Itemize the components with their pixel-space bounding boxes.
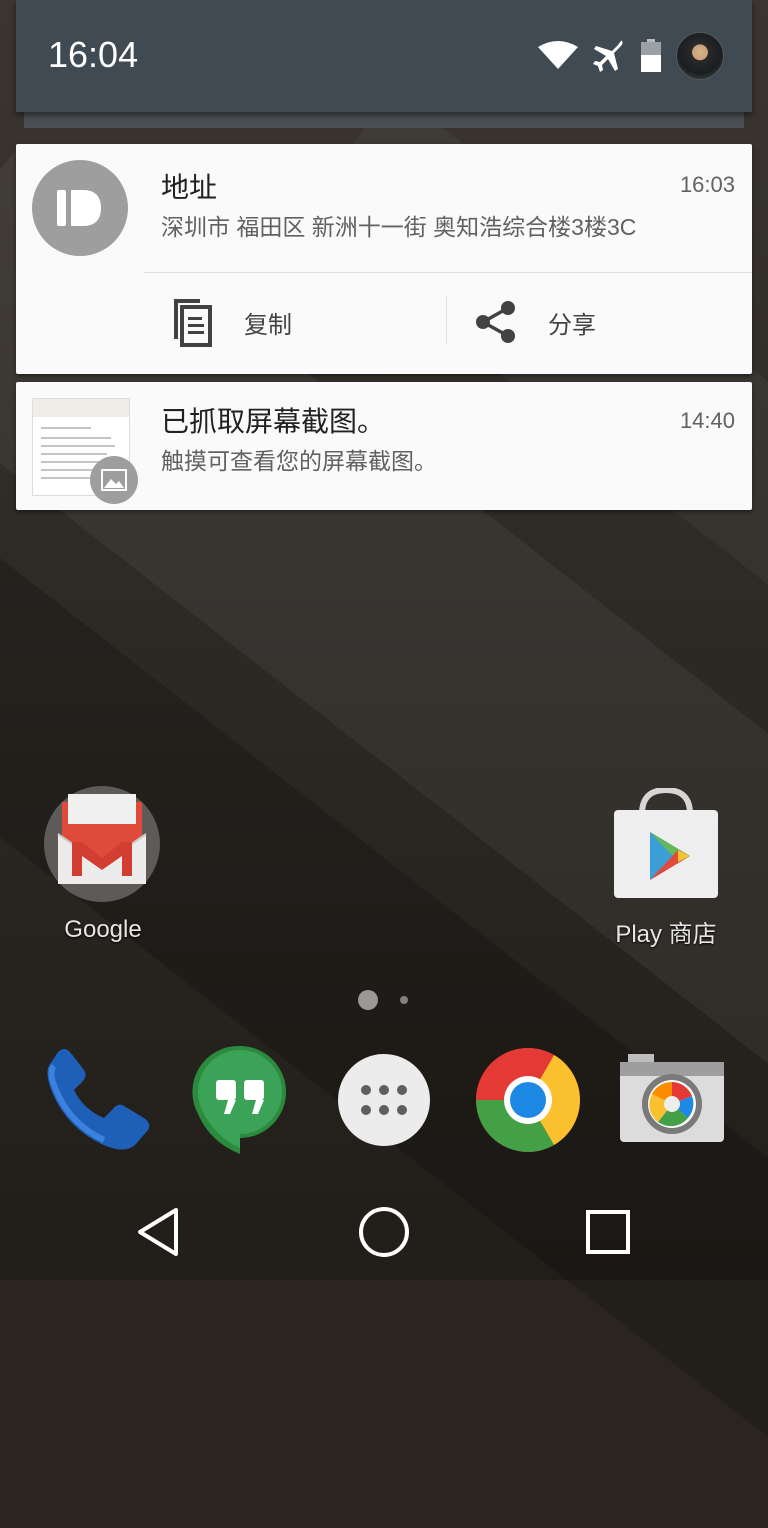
pushbullet-icon xyxy=(32,160,128,256)
notification-text: 深圳市 福田区 新洲十一街 奥知浩综合楼3楼3C xyxy=(161,214,637,240)
play-store-app-icon[interactable] xyxy=(608,786,724,904)
notification-time: 14:40 xyxy=(679,408,735,433)
page-indicator xyxy=(358,990,408,1010)
notification-text: 触摸可查看您的屏幕截图。 xyxy=(161,448,437,474)
user-avatar[interactable] xyxy=(676,32,724,80)
phone-icon[interactable] xyxy=(40,1044,152,1156)
divider xyxy=(144,272,752,273)
image-icon xyxy=(90,456,138,504)
clock: 16:04 xyxy=(48,34,139,75)
chrome-icon[interactable] xyxy=(474,1046,582,1154)
action-separator xyxy=(446,296,447,344)
gmail-app-icon[interactable] xyxy=(42,784,162,904)
notification-title: 已抓取屏幕截图。 xyxy=(161,406,386,437)
navigation-bar xyxy=(0,1176,768,1280)
wifi-icon xyxy=(538,41,578,71)
notification-address[interactable]: 地址 16:03 深圳市 福田区 新洲十一街 奥知浩综合楼3楼3C 复制 分享 xyxy=(16,144,752,374)
share-label: 分享 xyxy=(548,311,596,339)
shade-edge xyxy=(24,112,744,128)
page-dot-active xyxy=(358,990,378,1010)
share-button[interactable]: 分享 xyxy=(474,294,596,350)
copy-label: 复制 xyxy=(244,311,292,339)
airplane-mode-icon xyxy=(592,39,626,73)
copy-button[interactable]: 复制 xyxy=(170,294,292,350)
hangouts-icon[interactable] xyxy=(190,1044,290,1156)
status-header: 16:04 xyxy=(16,0,752,112)
home-button[interactable] xyxy=(356,1204,412,1260)
notification-screenshot[interactable]: 已抓取屏幕截图。 14:40 触摸可查看您的屏幕截图。 xyxy=(16,382,752,510)
app-drawer-icon[interactable] xyxy=(336,1052,432,1148)
play-store-app-label[interactable]: Play 商店 xyxy=(600,914,732,949)
page-dot xyxy=(400,996,408,1004)
camera-icon[interactable] xyxy=(618,1052,726,1144)
back-button[interactable] xyxy=(134,1206,182,1258)
notification-title: 地址 xyxy=(161,172,218,203)
share-icon xyxy=(476,301,515,343)
recents-button[interactable] xyxy=(584,1208,632,1256)
gmail-app-label[interactable]: Google xyxy=(36,916,170,944)
notification-time: 16:03 xyxy=(679,172,735,197)
copy-icon xyxy=(174,299,212,347)
battery-icon xyxy=(640,39,662,73)
